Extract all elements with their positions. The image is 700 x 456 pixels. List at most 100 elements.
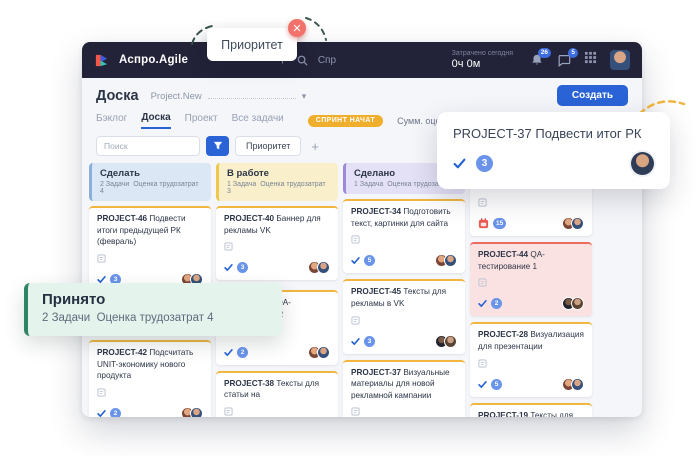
estimate-badge: 2 xyxy=(491,298,502,309)
board-name: Project.New xyxy=(151,91,202,102)
kanban-card[interactable]: PROJECT-28 Визуализация для презентации … xyxy=(470,322,592,396)
card-meta: 15 xyxy=(478,217,584,230)
top-bar: Аспро.Agile + Спр Затрачено сегодня 0ч 0… xyxy=(82,42,642,78)
tab-backlog[interactable]: Бэклог xyxy=(96,113,127,128)
avatar xyxy=(317,346,330,359)
close-icon[interactable]: ✕ xyxy=(288,19,306,37)
assignee-avatars xyxy=(312,346,330,359)
estimate-badge: 2 xyxy=(237,347,248,358)
column-subtitle: 1 Задача Оценка трудозатрат 3 xyxy=(227,181,330,195)
avatar xyxy=(571,378,584,391)
priority-tooltip-label: Приоритет xyxy=(221,38,283,52)
column-subtitle: 2 Задачи Оценка трудозатрат 4 xyxy=(100,181,203,195)
accepted-subtitle: 2 Задачи Оценка трудозатрат 4 xyxy=(42,312,268,324)
kanban-card[interactable]: PROJECT-19 Тексты для рекламы VK 5 xyxy=(470,403,592,417)
card-title: PROJECT-19 Тексты для рекламы VK xyxy=(478,410,584,417)
tab-project[interactable]: Проект xyxy=(185,113,218,128)
zoomed-card-popup[interactable]: PROJECT-37 Подвести итог РК 3 xyxy=(437,112,670,189)
app-window: Аспро.Agile + Спр Затрачено сегодня 0ч 0… xyxy=(82,42,642,417)
check-icon xyxy=(97,409,106,417)
board-toolbar: Доска Project.New ▾ Создать xyxy=(82,78,642,106)
assignee-avatars xyxy=(439,254,457,267)
chevron-down-icon: ▾ xyxy=(302,91,307,102)
card-title: PROJECT-28 Визуализация для презентации xyxy=(478,329,584,352)
assignee-avatars xyxy=(312,261,330,274)
check-icon xyxy=(478,380,487,389)
description-icon xyxy=(351,231,457,249)
kanban-card[interactable]: PROJECT-45 Тексты для рекламы в VK 3 xyxy=(343,279,465,353)
avatar xyxy=(571,217,584,230)
page: Аспро.Agile + Спр Затрачено сегодня 0ч 0… xyxy=(0,0,700,456)
time-tracked: Затрачено сегодня 0ч 0м xyxy=(452,50,513,70)
popup-card-title: PROJECT-37 Подвести итог РК xyxy=(453,126,654,141)
add-filter-button[interactable]: + xyxy=(311,140,319,153)
column-done: Сделано 1 Задача Оценка трудозатрат PROJ… xyxy=(343,163,465,417)
kanban-card[interactable]: PROJECT-40 Баннер для рекламы VK 3 xyxy=(216,206,338,280)
description-icon xyxy=(478,355,584,373)
kanban-card[interactable]: PROJECT-38 Тексты для статьи на xyxy=(216,371,338,417)
tab-board[interactable]: Доска xyxy=(141,112,170,129)
priority-tooltip: Приоритет ✕ xyxy=(207,28,297,61)
card-meta: 3 xyxy=(351,335,457,348)
messages-count: 5 xyxy=(568,48,578,58)
card-code: PROJECT-45 xyxy=(351,287,403,296)
avatar xyxy=(631,152,654,175)
kanban-card[interactable]: PROJECT-37 Визуальные материалы для ново… xyxy=(343,360,465,417)
assignee-avatars xyxy=(566,378,584,391)
kanban-card[interactable]: PROJECT-34 Подготовить текст, картинки д… xyxy=(343,199,465,273)
accepted-title: Принято xyxy=(42,291,268,308)
estimate-badge: 5 xyxy=(364,255,375,266)
description-icon xyxy=(478,194,584,212)
time-tracked-value: 0ч 0м xyxy=(452,58,513,70)
estimate-badge: 3 xyxy=(364,336,375,347)
card-code: PROJECT-19 xyxy=(478,411,530,417)
assignee-avatars xyxy=(439,335,457,348)
sprint-status-badge: СПРИНТ НАЧАТ xyxy=(308,115,383,127)
kanban-card[interactable]: PROJECT-46 Подвести итоги предыдущей РК … xyxy=(89,206,211,292)
card-title: PROJECT-37 Визуальные материалы для ново… xyxy=(351,367,457,402)
card-code: PROJECT-40 xyxy=(224,214,276,223)
check-icon xyxy=(351,337,360,346)
topbar-partial-text: Спр xyxy=(318,55,336,66)
assignee-avatars xyxy=(566,297,584,310)
priority-filter-button[interactable]: Приоритет xyxy=(235,136,301,156)
description-icon xyxy=(478,274,584,292)
estimate-badge: 3 xyxy=(237,262,248,273)
create-button[interactable]: Создать xyxy=(557,85,628,106)
card-title: PROJECT-46 Подвести итоги предыдущей РК … xyxy=(97,213,203,248)
grid-icon xyxy=(584,51,597,64)
board-select-underline xyxy=(208,89,296,99)
search-input[interactable] xyxy=(96,136,200,156)
description-icon xyxy=(97,250,203,268)
kanban-board: Сделать 2 Задачи Оценка трудозатрат 4 PR… xyxy=(82,156,642,398)
board-select[interactable]: Project.New ▾ xyxy=(151,89,307,102)
apps-grid-button[interactable] xyxy=(584,51,597,69)
check-icon xyxy=(351,256,360,265)
kanban-card[interactable]: PROJECT-44 QA-тестирование 1 2 xyxy=(470,242,592,316)
card-meta: 2 xyxy=(478,297,584,310)
card-title: PROJECT-42 Подсчитать UNIT-экономику нов… xyxy=(97,347,203,382)
messages-button[interactable]: 5 xyxy=(557,53,571,67)
notifications-button[interactable]: 26 xyxy=(530,53,544,67)
app-name: Аспро.Agile xyxy=(119,54,188,66)
tab-all-tasks[interactable]: Все задачи xyxy=(232,113,284,128)
time-tracked-label: Затрачено сегодня xyxy=(452,50,513,57)
column-header[interactable]: Сделать 2 Задачи Оценка трудозатрат 4 xyxy=(89,163,211,201)
user-avatar[interactable] xyxy=(610,50,630,70)
assignee-avatars xyxy=(185,407,203,417)
card-title: PROJECT-40 Баннер для рекламы VK xyxy=(224,213,330,236)
check-icon xyxy=(224,348,233,357)
avatar xyxy=(190,407,203,417)
description-icon xyxy=(224,403,330,417)
estimate-badge: 15 xyxy=(493,218,506,229)
card-code: PROJECT-38 xyxy=(224,379,276,388)
column-header[interactable]: В работе 1 Задача Оценка трудозатрат 3 xyxy=(216,163,338,201)
filter-button[interactable] xyxy=(206,136,229,156)
card-meta: 5 xyxy=(351,254,457,267)
kanban-card[interactable]: PROJECT-42 Подсчитать UNIT-экономику нов… xyxy=(89,340,211,417)
estimate-badge: 2 xyxy=(110,408,121,417)
notifications-count: 26 xyxy=(538,48,551,58)
card-meta: 3 xyxy=(224,261,330,274)
search-icon[interactable] xyxy=(297,55,308,66)
check-icon xyxy=(478,299,487,308)
